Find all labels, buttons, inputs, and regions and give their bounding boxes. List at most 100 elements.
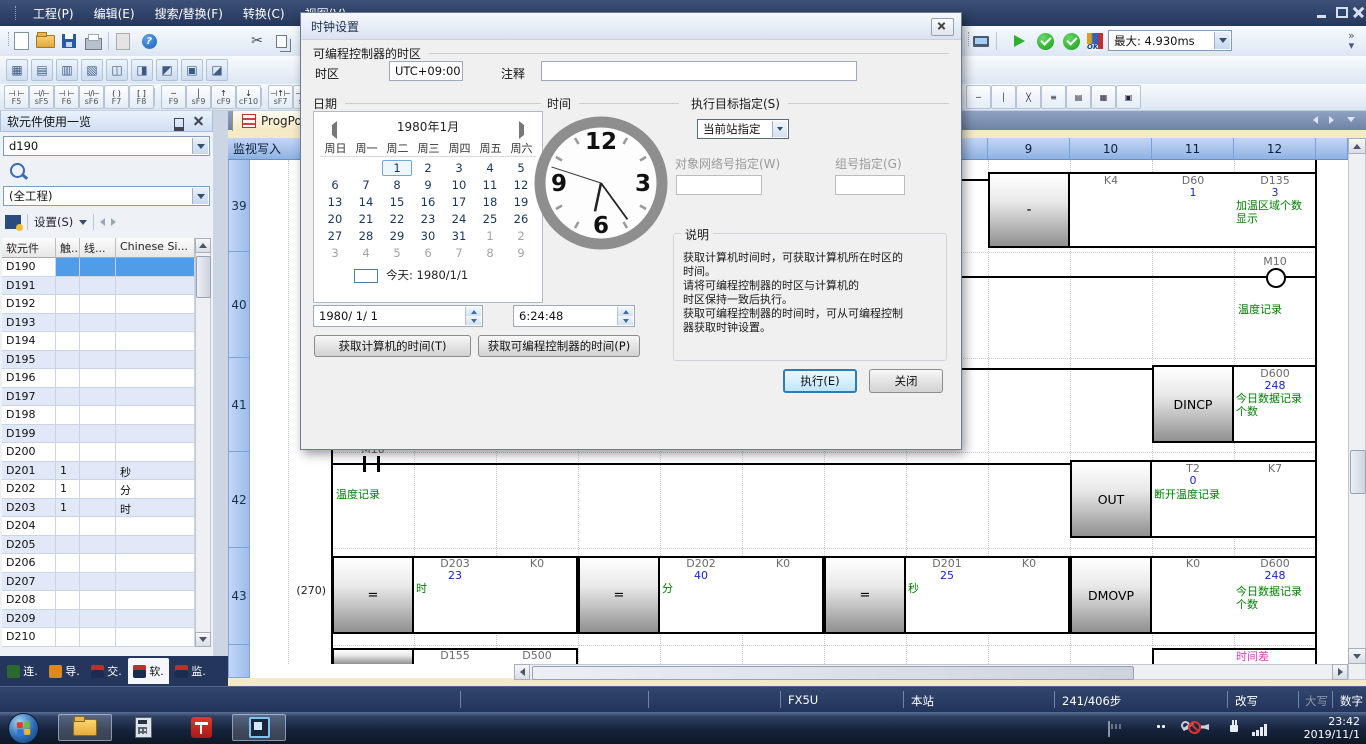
taskbar-item-gxworks[interactable] [232, 714, 286, 741]
table-row[interactable] [56, 443, 80, 462]
fkey-sF6[interactable]: ⊣/⊢sF6 [79, 85, 104, 109]
table-row[interactable] [56, 536, 80, 555]
table-row[interactable] [116, 332, 195, 351]
table-row[interactable] [116, 295, 195, 314]
rung-39-instruction[interactable]: - [990, 174, 1070, 246]
scan-time-combo[interactable]: 最大: 4.930ms [1108, 30, 1232, 51]
element-selection-icon[interactable]: ▤ [31, 59, 53, 81]
calendar-day[interactable]: 24 [444, 211, 474, 227]
menu-item-3[interactable]: 搜索/替换(F) [145, 2, 233, 25]
table-vscrollbar[interactable] [195, 238, 211, 647]
pin-icon[interactable] [174, 118, 184, 131]
contact-symbol[interactable] [363, 456, 366, 472]
table-row[interactable] [56, 554, 80, 573]
table-row[interactable] [80, 425, 116, 444]
device-search-input[interactable]: d190 [3, 136, 210, 156]
table-row[interactable] [80, 628, 116, 647]
dock-tab-软[interactable]: 软. [128, 658, 169, 684]
table-row[interactable] [56, 610, 80, 629]
scroll-up-icon[interactable] [1348, 138, 1366, 154]
table-row[interactable] [56, 295, 80, 314]
table-row[interactable] [80, 406, 116, 425]
menu-item-1[interactable]: 工程(P) [23, 2, 84, 25]
table-row[interactable] [116, 443, 195, 462]
fkey-F7[interactable]: ( )F7 [104, 85, 129, 109]
check-program-icon[interactable] [1034, 30, 1056, 52]
fkey-sF7[interactable]: ⊣↑⊢sF7 [268, 85, 293, 109]
table-row[interactable]: D205 [2, 536, 56, 555]
target-station-combo[interactable]: 当前站指定 [697, 119, 789, 139]
device-monitor-icon[interactable]: ▣ [181, 59, 203, 81]
spinner-icons[interactable] [465, 307, 481, 325]
table-row[interactable] [116, 610, 195, 629]
table-row[interactable] [116, 388, 195, 407]
tab-scroll-right-icon[interactable] [1324, 112, 1338, 127]
navigation-window-icon[interactable]: ▦ [6, 59, 28, 81]
fkey-sF5[interactable]: ⊣/⊢sF5 [29, 85, 54, 109]
calendar-day[interactable]: 8 [382, 177, 412, 193]
menu-item-2[interactable]: 编辑(E) [84, 2, 145, 25]
table-row[interactable] [116, 573, 195, 592]
tab-list-icon[interactable] [1344, 112, 1358, 127]
chevron-down-icon[interactable] [1214, 32, 1230, 49]
display-setting-icon[interactable] [5, 215, 21, 229]
table-row[interactable]: D207 [2, 573, 56, 592]
open-project-icon[interactable] [34, 30, 56, 52]
table-row[interactable] [80, 462, 116, 481]
table-row[interactable] [80, 573, 116, 592]
table-row[interactable]: D203 [2, 499, 56, 518]
table-row[interactable]: 1 [56, 499, 80, 518]
dialog-close-icon[interactable] [931, 18, 954, 36]
table-row[interactable]: D209 [2, 610, 56, 629]
execute-button[interactable]: 执行(E) [783, 369, 857, 393]
table-row[interactable] [80, 554, 116, 573]
comment-field[interactable] [541, 61, 857, 81]
table-row[interactable] [116, 369, 195, 388]
table-row[interactable]: D194 [2, 332, 56, 351]
keyboard-icon[interactable] [1108, 721, 1110, 737]
table-row[interactable] [56, 332, 80, 351]
ladder-vscrollbar[interactable] [1348, 138, 1366, 680]
calendar[interactable]: 1980年1月 周日周一周二周三周四周五周六 12345678910111213… [313, 111, 543, 303]
watch-window-icon[interactable]: ◩ [156, 59, 178, 81]
table-row[interactable] [56, 628, 80, 647]
device-usage-panel-titlebar[interactable]: 软元件使用一览 [0, 110, 213, 132]
table-row[interactable] [56, 388, 80, 407]
dock-tab-连[interactable]: 连. [2, 658, 43, 684]
scroll-right-icon[interactable] [1332, 664, 1348, 680]
operand-device[interactable]: D155 [414, 650, 496, 662]
calendar-day[interactable]: 15 [382, 194, 412, 210]
table-row[interactable] [80, 351, 116, 370]
calendar-day[interactable]: 13 [320, 194, 350, 210]
device-list-icon[interactable]: ◨ [131, 59, 153, 81]
hscroll-thumb[interactable] [532, 666, 1134, 680]
run-icon[interactable] [1008, 30, 1030, 52]
close-icon[interactable] [193, 116, 204, 127]
table-row[interactable] [80, 295, 116, 314]
table-row[interactable] [80, 388, 116, 407]
operand-device[interactable]: K0 [988, 558, 1070, 570]
next-icon[interactable] [111, 218, 116, 226]
table-row[interactable] [80, 277, 116, 296]
table-row[interactable] [56, 351, 80, 370]
print-icon[interactable] [82, 30, 104, 52]
program-editor-icon[interactable]: ▥ [56, 59, 78, 81]
table-row[interactable] [116, 425, 195, 444]
draw-vline-icon[interactable]: │ [991, 85, 1016, 109]
fkey-F9[interactable]: ─F9 [161, 85, 186, 109]
calendar-day[interactable]: 22 [382, 211, 412, 227]
calendar-day[interactable]: 16 [413, 194, 443, 210]
close-dialog-button[interactable]: 关闭 [869, 369, 943, 393]
scroll-up-icon[interactable] [195, 238, 211, 253]
calendar-day[interactable]: 30 [413, 228, 443, 244]
operand-device[interactable]: K0 [1152, 558, 1234, 570]
calendar-day[interactable]: 10 [444, 177, 474, 193]
get-pc-time-button[interactable]: 获取计算机的时间(T) [314, 335, 471, 357]
table-row[interactable]: D200 [2, 443, 56, 462]
operand-device[interactable]: K0 [742, 558, 824, 570]
table-row[interactable] [56, 591, 80, 610]
taskbar-item-explorer[interactable] [58, 714, 112, 741]
table-row[interactable] [56, 517, 80, 536]
fkey-F6[interactable]: ⊣ ⊢F6 [54, 85, 79, 109]
fkey-F8[interactable]: [ ]F8 [129, 85, 154, 109]
